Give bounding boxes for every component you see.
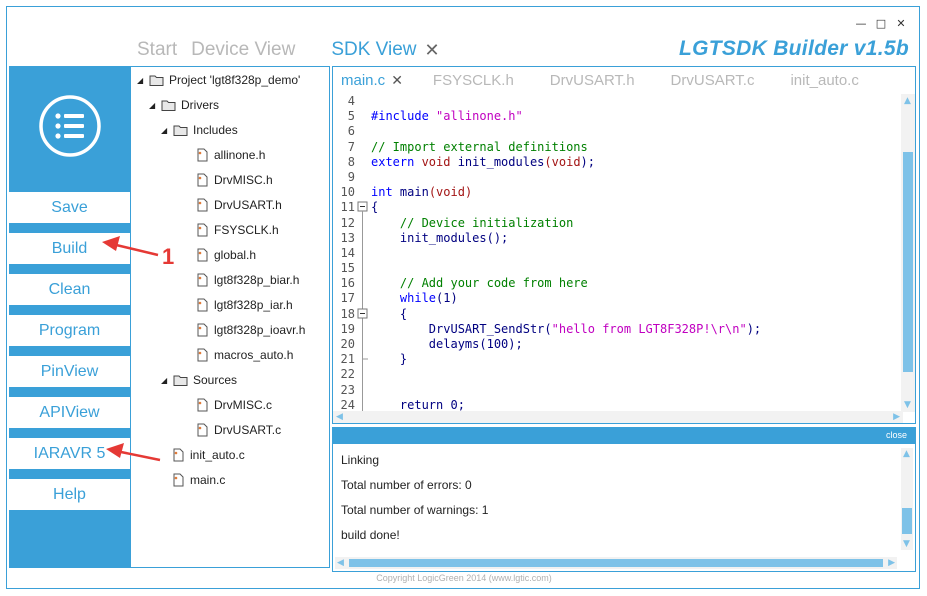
annotation-number: 1 <box>162 244 175 269</box>
arrow-annotation-iaravr <box>106 443 161 462</box>
annotation-arrows <box>102 236 161 462</box>
arrow-annotation-build <box>102 236 159 257</box>
